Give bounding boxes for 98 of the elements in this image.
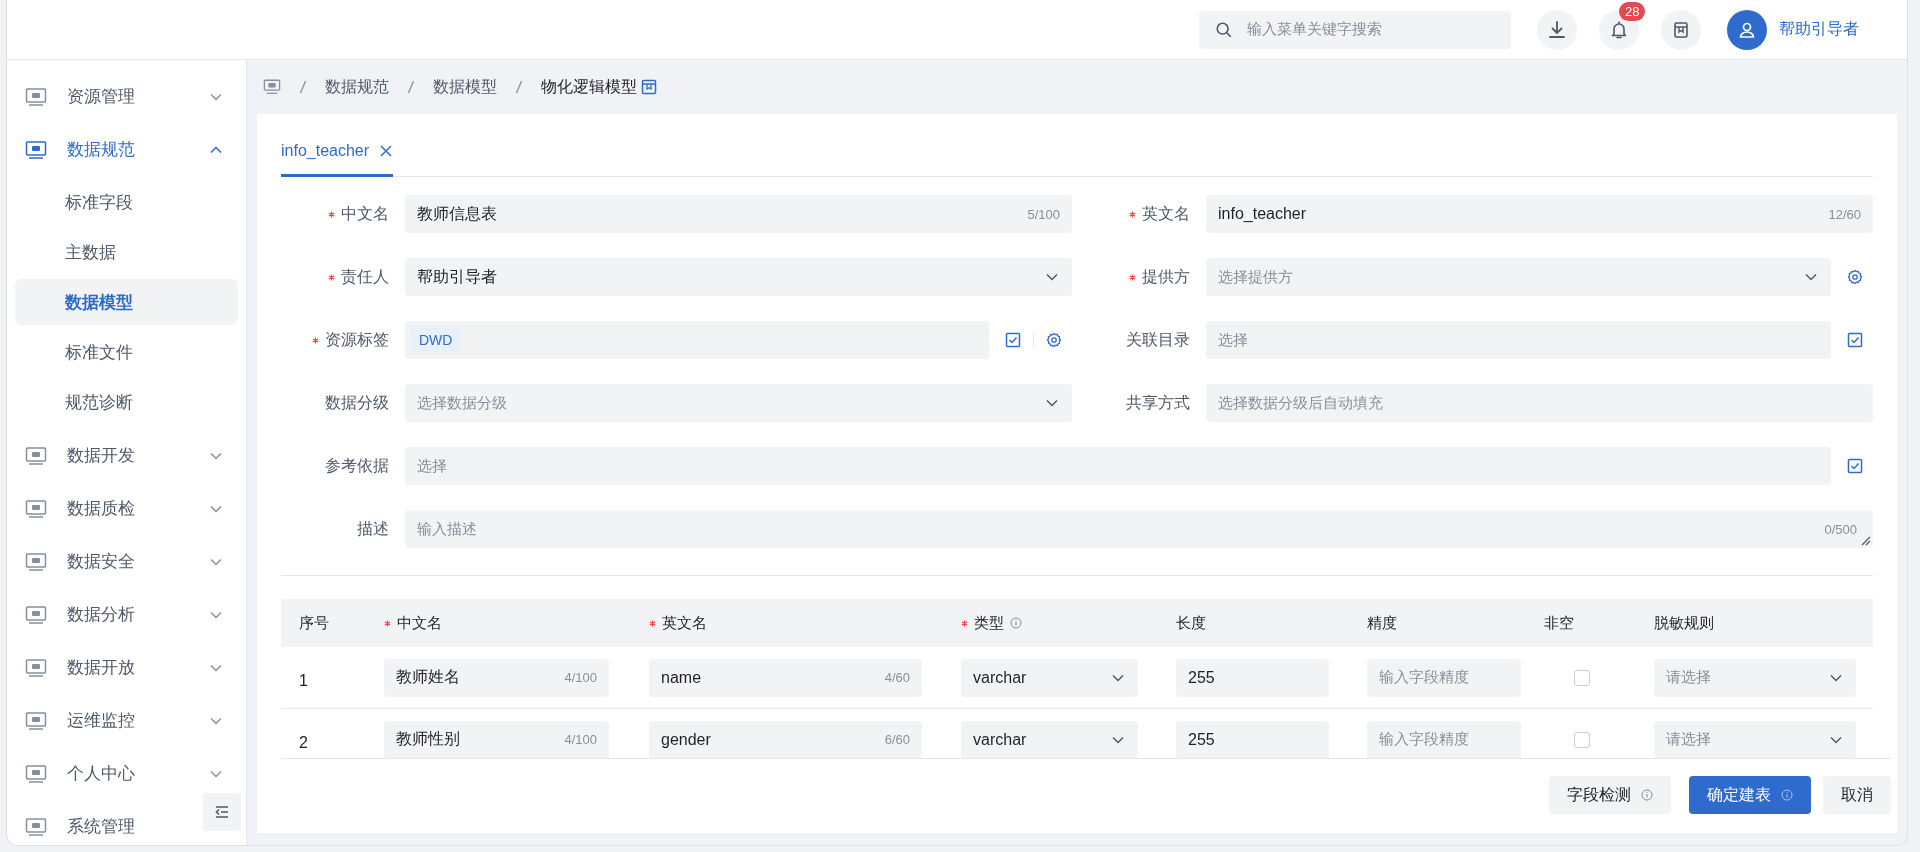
field-label: 数据分级 xyxy=(325,392,389,413)
breadcrumb-item[interactable]: 数据规范 xyxy=(325,76,389,98)
monitor-icon xyxy=(25,551,47,572)
field-label: 关联目录 xyxy=(1126,329,1190,350)
char-counter: 5/100 xyxy=(1027,206,1060,222)
field-label: 资源标签 xyxy=(325,329,389,350)
field-label: 参考依据 xyxy=(325,455,389,476)
input-field[interactable]: 255 xyxy=(1176,720,1329,758)
book-button[interactable] xyxy=(1661,9,1701,50)
select-field[interactable]: varchar xyxy=(961,720,1138,758)
monitor-icon xyxy=(25,498,47,519)
column-header: 精度 xyxy=(1367,613,1397,633)
field-label: 责任人 xyxy=(341,266,389,287)
input-field[interactable]: 教师信息表 5/100 xyxy=(405,195,1072,233)
char-counter: 12/60 xyxy=(1828,206,1861,222)
monitor-icon xyxy=(25,763,47,784)
row-number: 1 xyxy=(299,671,308,690)
monitor-icon xyxy=(25,710,47,731)
checkbox-icon[interactable] xyxy=(1847,332,1863,348)
sidebar-item[interactable]: 数据规范 xyxy=(7,123,246,176)
input-field[interactable]: 教师姓名 4/100 xyxy=(384,658,609,697)
select-field[interactable]: 帮助引导者 xyxy=(405,258,1072,296)
char-counter: 4/100 xyxy=(564,670,597,685)
sidebar-item[interactable]: 数据开发 xyxy=(7,429,246,482)
user-name[interactable]: 帮助引导者 xyxy=(1779,19,1859,40)
sidebar-item[interactable]: 运维监控 xyxy=(7,694,246,747)
search-icon xyxy=(1215,20,1233,39)
close-icon[interactable] xyxy=(379,144,394,158)
notification-button[interactable] xyxy=(1599,9,1639,50)
sidebar-subitem[interactable]: 数据模型 xyxy=(15,279,238,325)
checkbox-icon[interactable] xyxy=(1005,332,1021,348)
action-button[interactable]: 确定建表 xyxy=(1689,776,1811,814)
input-field[interactable]: info_teacher 12/60 xyxy=(1206,195,1873,233)
sidebar-subitem[interactable]: 规范诊断 xyxy=(15,379,238,425)
monitor-icon xyxy=(25,816,47,837)
monitor-icon xyxy=(25,86,47,107)
column-header: 序号 xyxy=(299,613,329,633)
download-button[interactable] xyxy=(1537,9,1577,50)
checkbox-icon[interactable] xyxy=(1847,458,1863,474)
book-icon[interactable] xyxy=(641,79,657,95)
sidebar-item[interactable]: 数据开放 xyxy=(7,641,246,694)
sidebar-subitem[interactable]: 标准文件 xyxy=(15,329,238,375)
breadcrumb-separator xyxy=(515,80,523,94)
book-icon xyxy=(1671,19,1691,40)
download-icon xyxy=(1547,19,1567,40)
monitor-icon xyxy=(25,657,47,678)
char-counter: 6/60 xyxy=(884,732,910,747)
column-header: 非空 xyxy=(1544,613,1574,633)
user-avatar[interactable] xyxy=(1727,9,1767,50)
home-icon[interactable] xyxy=(263,78,281,96)
column-header: 中文名 xyxy=(397,613,442,633)
char-counter: 4/60 xyxy=(884,670,910,685)
collapse-icon xyxy=(213,803,231,821)
sidebar-item[interactable]: 系统管理 xyxy=(7,800,246,845)
collapse-button[interactable] xyxy=(203,793,241,831)
tag: DWD xyxy=(411,328,461,352)
action-button[interactable]: 取消 xyxy=(1823,776,1891,814)
char-counter: 0/500 xyxy=(1824,521,1857,537)
sidebar-subitem[interactable]: 主数据 xyxy=(15,229,238,275)
input-field[interactable]: name 4/60 xyxy=(649,658,922,697)
resize-handle[interactable] xyxy=(1861,536,1871,546)
field-label: 提供方 xyxy=(1142,266,1190,287)
field-label: 描述 xyxy=(357,518,389,539)
sidebar-item[interactable]: 数据安全 xyxy=(7,535,246,588)
field-label: 中文名 xyxy=(341,203,389,224)
row-number: 2 xyxy=(299,733,308,752)
input-field[interactable]: gender 6/60 xyxy=(649,720,922,758)
notification-badge: 28 xyxy=(1619,1,1646,21)
bell-icon xyxy=(1609,19,1629,40)
input-field[interactable]: 255 xyxy=(1176,658,1329,697)
column-header: 英文名 xyxy=(662,613,707,633)
field-label: 共享方式 xyxy=(1126,392,1190,413)
monitor-icon xyxy=(25,139,47,160)
sidebar-item[interactable]: 数据分析 xyxy=(7,588,246,641)
tab[interactable]: info_teacher xyxy=(281,128,394,177)
breadcrumb-item[interactable]: 数据模型 xyxy=(433,76,497,98)
sidebar-item[interactable]: 资源管理 xyxy=(7,70,246,123)
settings-icon[interactable] xyxy=(1046,332,1062,348)
column-header: 类型 xyxy=(974,613,1004,633)
field-label: 英文名 xyxy=(1142,203,1190,224)
sidebar-item[interactable]: 数据质检 xyxy=(7,482,246,535)
select-field[interactable]: varchar xyxy=(961,658,1138,697)
settings-icon[interactable] xyxy=(1847,269,1863,285)
tag-field[interactable]: DWD xyxy=(405,321,989,359)
breadcrumb-separator xyxy=(407,80,415,94)
sidebar-item[interactable]: 个人中心 xyxy=(7,747,246,800)
checkbox[interactable] xyxy=(1574,669,1590,686)
monitor-icon xyxy=(25,445,47,466)
breadcrumb-item[interactable]: 物化逻辑模型 xyxy=(541,76,637,98)
column-header: 长度 xyxy=(1176,613,1206,633)
input-field[interactable]: 教师性别 4/100 xyxy=(384,720,609,758)
breadcrumb-separator xyxy=(299,80,307,94)
monitor-icon xyxy=(25,604,47,625)
char-counter: 4/100 xyxy=(564,732,597,747)
action-button[interactable]: 字段检测 xyxy=(1549,776,1671,814)
checkbox[interactable] xyxy=(1574,731,1590,748)
sidebar-subitem[interactable]: 标准字段 xyxy=(15,179,238,225)
column-header: 脱敏规则 xyxy=(1654,613,1714,633)
